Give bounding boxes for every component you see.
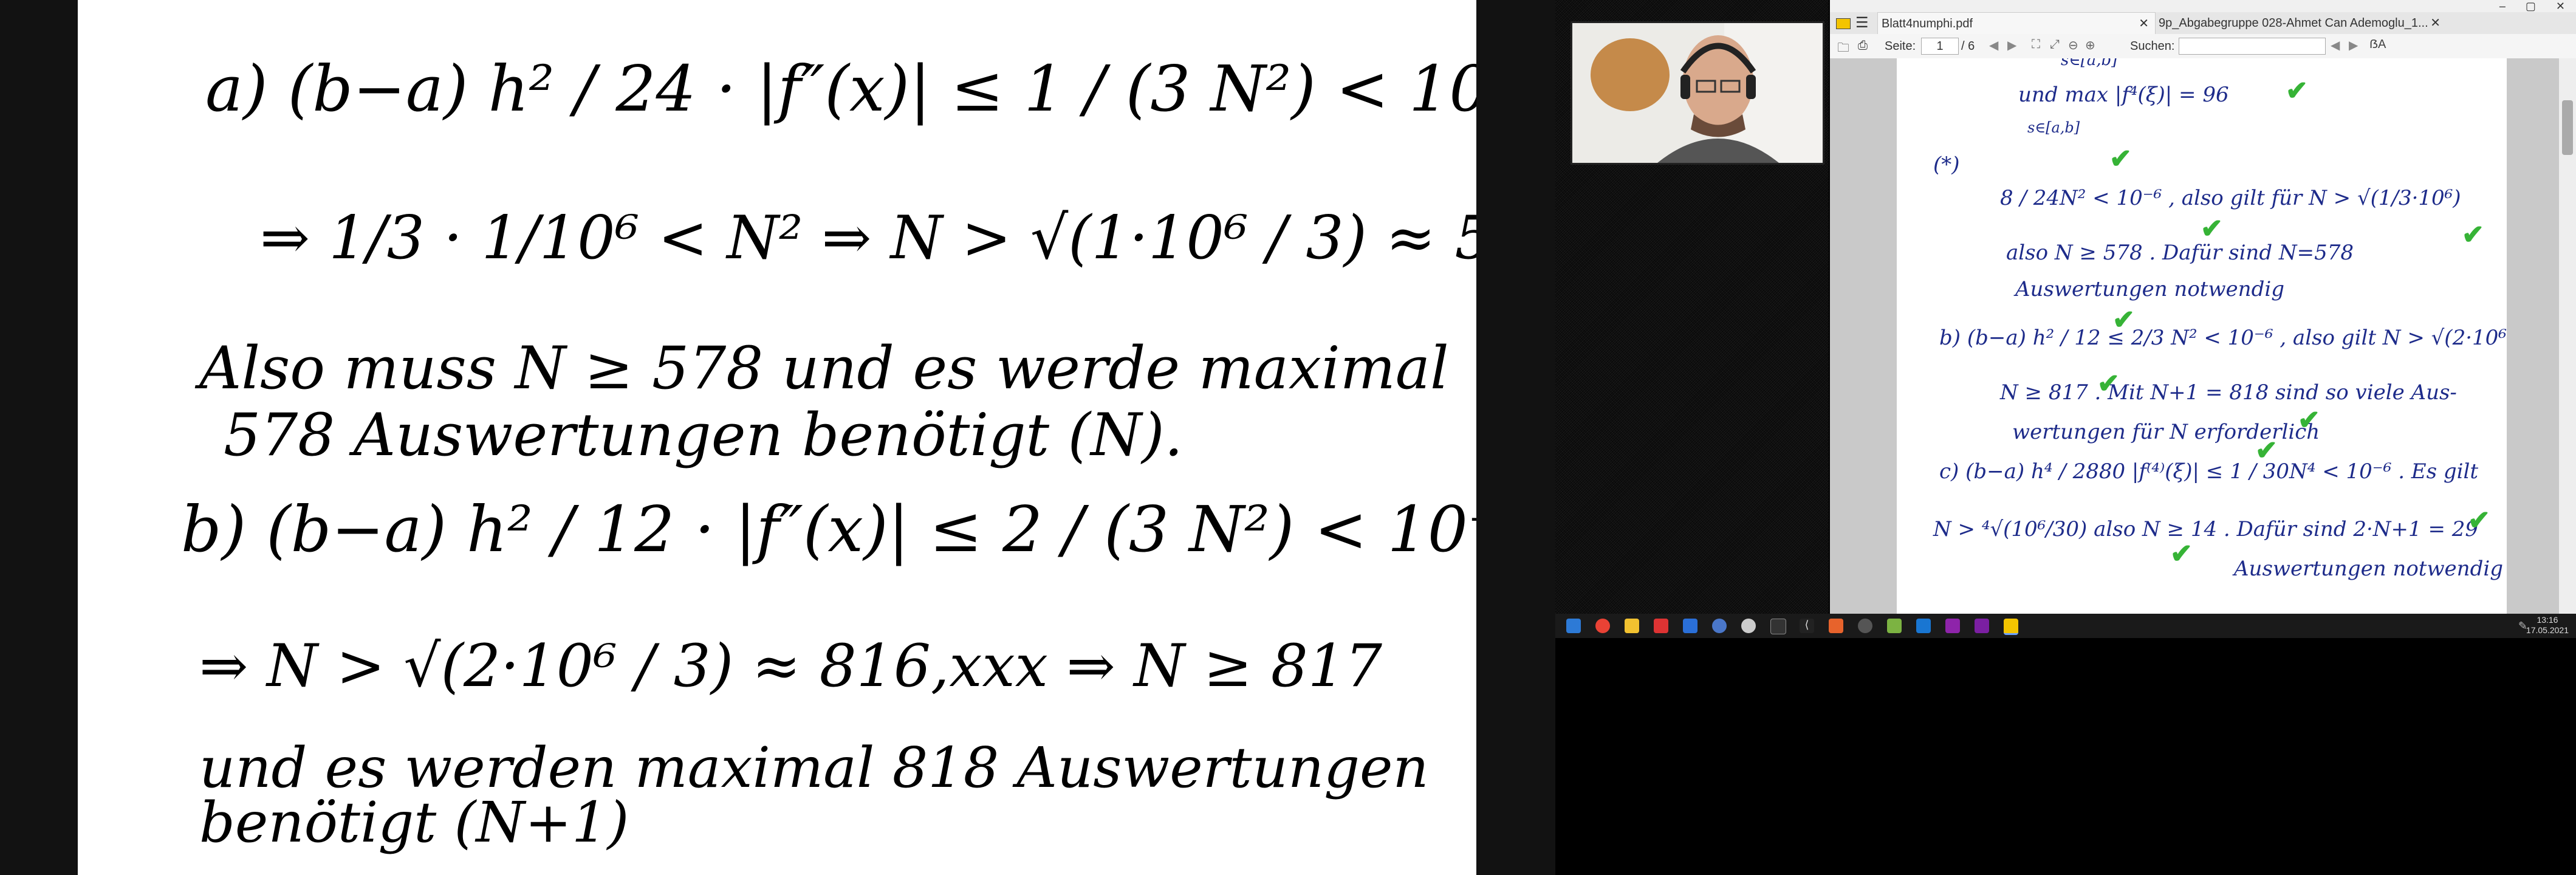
tab-label: Blatt4numphi.pdf bbox=[1882, 17, 1973, 30]
checkmark-icon: ✔ bbox=[2109, 144, 2132, 174]
pdf-page-area[interactable]: s∈[a,b] und max |f⁴(ξ)| = 96 s∈[a,b] (*)… bbox=[1830, 58, 2559, 614]
start-icon[interactable] bbox=[1566, 619, 1581, 633]
print-icon[interactable]: ⎙ bbox=[1858, 39, 1868, 53]
pdf-line: b) (b−a) h² / 12 ≤ 2/3 N² < 10⁻⁶ , also … bbox=[1939, 326, 2507, 350]
checkmark-icon: ✔ bbox=[2462, 220, 2484, 250]
zoom-out-icon[interactable]: ⊖ bbox=[2068, 38, 2078, 53]
pdf-line: und max |f⁴(ξ)| = 96 bbox=[2018, 83, 2229, 107]
app-icon[interactable] bbox=[1654, 619, 1668, 633]
wb-line-b-result: ⇒ N > √(2·10⁶ / 3) ≈ 816,xxx ⇒ N ≥ 817 bbox=[199, 632, 1382, 700]
app-icon[interactable] bbox=[1945, 619, 1960, 633]
app-icon[interactable] bbox=[1887, 619, 1902, 633]
close-icon[interactable]: ✕ bbox=[2556, 0, 2565, 12]
empty-area bbox=[1555, 638, 2576, 875]
tab-close-icon[interactable]: ✕ bbox=[2430, 12, 2441, 34]
fit-page-icon[interactable]: ⛶ bbox=[2032, 38, 2040, 52]
app-icon[interactable] bbox=[1916, 619, 1931, 633]
pdf-line: Auswertungen notwendig bbox=[2234, 557, 2503, 581]
checkmark-icon: ✔ bbox=[2286, 76, 2308, 106]
explorer-icon[interactable] bbox=[1625, 619, 1639, 633]
pdf-line: Auswertungen notwendig bbox=[2015, 277, 2284, 301]
checkmark-icon: ✔ bbox=[2298, 405, 2320, 435]
wb-line-a-result: ⇒ 1/3 · 1/10⁶ < N² ⇒ N > √(1·10⁶ / 3) ≈ … bbox=[260, 204, 1476, 273]
app-icon[interactable] bbox=[1741, 619, 1756, 633]
outlook-icon[interactable] bbox=[1683, 619, 1697, 633]
scrollbar-thumb[interactable] bbox=[2562, 100, 2573, 155]
search-prev-icon[interactable]: ◀ bbox=[2331, 38, 2340, 53]
match-case-icon[interactable]: ẞA bbox=[2369, 38, 2386, 52]
checkmark-icon: ✔ bbox=[2255, 436, 2278, 465]
checkmark-icon: ✔ bbox=[2201, 214, 2223, 244]
clock[interactable]: 13:16 17.05.2021 bbox=[2526, 615, 2569, 636]
pdf-viewer-window: – ▢ ✕ ☰ Blatt4numphi.pdf ✕ 9p_Abgabegrup… bbox=[1830, 0, 2576, 614]
page-total: / 6 bbox=[1961, 39, 1975, 53]
tab-abgabegruppe[interactable]: 9p_Abgabegruppe 028-Ahmet Can Ademoglu_1… bbox=[2155, 12, 2441, 34]
prev-page-icon[interactable]: ◀ bbox=[1989, 38, 1998, 53]
wb-line-a: a) (b−a) h² / 24 · |f″(x)| ≤ 1 / (3 N²) … bbox=[205, 52, 1476, 126]
app-icon bbox=[1836, 12, 1853, 34]
panel-gap bbox=[1476, 0, 1555, 875]
clock-date: 17.05.2021 bbox=[2526, 625, 2569, 635]
menu-icon[interactable]: ☰ bbox=[1855, 12, 1872, 34]
whiteboard: a) (b−a) h² / 24 · |f″(x)| ≤ 1 / (3 N²) … bbox=[78, 0, 1476, 875]
wb-line-578: 578 Auswertungen benötigt (N). bbox=[224, 401, 1184, 469]
pdf-line: c) (b−a) h⁴ / 2880 |f⁽⁴⁾(ξ)| ≤ 1 / 30N⁴ … bbox=[1939, 459, 2479, 484]
webcam-video[interactable] bbox=[1571, 21, 1824, 165]
pdf-line: N > ⁴√(10⁶/30) also N ≥ 14 . Dafür sind … bbox=[1933, 517, 2479, 541]
pdf-viewer-taskbar-icon[interactable] bbox=[2004, 619, 2018, 635]
chrome-icon[interactable] bbox=[1595, 619, 1610, 633]
app-icon[interactable] bbox=[1975, 619, 1989, 633]
maximize-icon[interactable]: ▢ bbox=[2526, 0, 2536, 12]
fit-width-icon[interactable]: ⤢ bbox=[2050, 38, 2060, 52]
wb-line-benoetigt: benötigt (N+1) bbox=[199, 790, 629, 855]
pdf-line: s∈[a,b] bbox=[2027, 119, 2080, 136]
search-input[interactable] bbox=[2179, 38, 2326, 55]
app-icon[interactable] bbox=[1829, 619, 1843, 633]
checkmark-icon: ✔ bbox=[2097, 369, 2120, 399]
search-label: Suchen: bbox=[2130, 39, 2175, 53]
wb-line-also: Also muss N ≥ 578 und es werde maximal bbox=[199, 334, 1449, 402]
window-controls: – ▢ ✕ bbox=[2499, 0, 2576, 12]
next-page-icon[interactable]: ▶ bbox=[2007, 38, 2016, 53]
pdf-line: 8 / 24N² < 10⁻⁶ , also gilt für N > √(1/… bbox=[2000, 186, 2461, 210]
checkmark-icon: ✔ bbox=[2112, 305, 2135, 335]
tab-label: 9p_Abgabegruppe 028-Ahmet Can Ademoglu_1… bbox=[2159, 16, 2428, 30]
pdf-line: also N ≥ 578 . Dafür sind N=578 bbox=[2006, 241, 2354, 265]
minimize-icon[interactable]: – bbox=[2499, 0, 2506, 12]
open-file-icon[interactable]: 🗀 bbox=[1837, 39, 1849, 60]
zoom-in-icon[interactable]: ⊕ bbox=[2085, 38, 2095, 53]
pdf-line: N ≥ 817 . Mit N+1 = 818 sind so viele Au… bbox=[2000, 380, 2457, 405]
pdf-toolbar: 🗀 ⎙ Seite: 1 / 6 ◀ ▶ ⛶ ⤢ ⊖ ⊕ Suchen: ◀ ▶… bbox=[1830, 34, 2576, 59]
app-icon[interactable] bbox=[1858, 619, 1872, 633]
pdf-line: s∈[a,b] bbox=[2061, 58, 2118, 69]
webcam-person-image bbox=[1572, 23, 1823, 163]
page-number-input[interactable]: 1 bbox=[1921, 38, 1959, 55]
pdf-page: s∈[a,b] und max |f⁴(ξ)| = 96 s∈[a,b] (*)… bbox=[1897, 58, 2507, 614]
app-icon[interactable] bbox=[1712, 619, 1727, 633]
clock-time: 13:16 bbox=[2537, 615, 2558, 625]
tab-bar: ☰ Blatt4numphi.pdf ✕ 9p_Abgabegruppe 028… bbox=[1830, 12, 2576, 35]
wb-line-b: b) (b−a) h² / 12 · |f″(x)| ≤ 2 / (3 N²) … bbox=[181, 492, 1476, 566]
terminal-icon[interactable] bbox=[1770, 619, 1786, 634]
tab-close-icon[interactable]: ✕ bbox=[2139, 13, 2149, 35]
taskbar: ⟨ ✎ 13:16 17.05.2021 bbox=[1555, 614, 2576, 638]
page-label: Seite: bbox=[1885, 39, 1916, 53]
app-icon[interactable]: ⟨ bbox=[1800, 619, 1814, 633]
pdf-line: (*) bbox=[1933, 153, 1960, 177]
checkmark-icon: ✔ bbox=[2170, 539, 2193, 569]
tab-blatt4numphi[interactable]: Blatt4numphi.pdf ✕ bbox=[1877, 12, 2156, 35]
search-next-icon[interactable]: ▶ bbox=[2349, 38, 2358, 53]
checkmark-icon: ✔ bbox=[2468, 506, 2490, 535]
